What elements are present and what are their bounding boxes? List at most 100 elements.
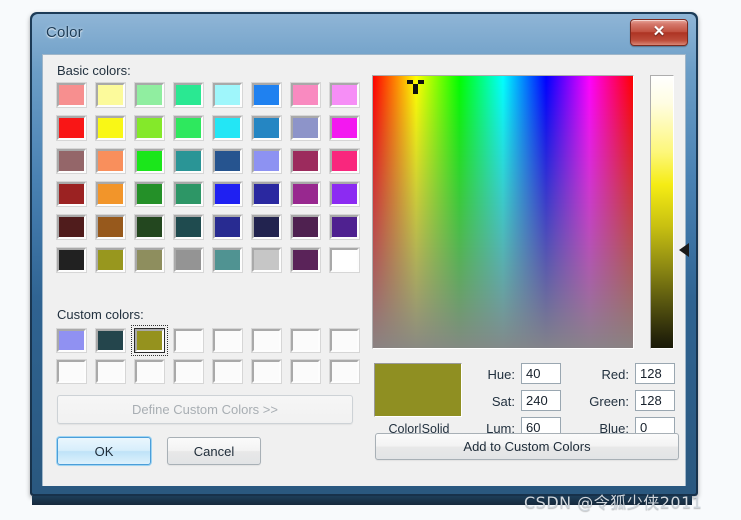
basic-color-swatch[interactable] bbox=[174, 149, 213, 182]
swatch-fill bbox=[252, 215, 281, 239]
basic-color-swatch[interactable] bbox=[252, 248, 291, 281]
red-input[interactable]: 128 bbox=[635, 363, 675, 384]
basic-color-swatch[interactable] bbox=[135, 248, 174, 281]
custom-color-swatch[interactable] bbox=[252, 329, 291, 360]
luminance-slider-arrow-icon[interactable] bbox=[679, 243, 689, 258]
sat-input[interactable]: 240 bbox=[521, 390, 561, 411]
custom-color-swatch[interactable] bbox=[291, 360, 330, 391]
basic-color-swatch[interactable] bbox=[57, 116, 96, 149]
basic-color-swatch[interactable] bbox=[174, 182, 213, 215]
basic-color-swatch[interactable] bbox=[252, 149, 291, 182]
custom-color-swatch[interactable] bbox=[252, 360, 291, 391]
swatch-fill bbox=[213, 83, 242, 107]
custom-color-swatch[interactable] bbox=[174, 360, 213, 391]
swatch-fill bbox=[174, 149, 203, 173]
basic-color-swatch[interactable] bbox=[330, 116, 369, 149]
swatch-fill bbox=[291, 182, 320, 206]
swatch-fill bbox=[135, 182, 164, 206]
basic-color-swatch[interactable] bbox=[96, 215, 135, 248]
basic-color-swatch[interactable] bbox=[174, 83, 213, 116]
swatch-fill bbox=[135, 116, 164, 140]
basic-color-swatch[interactable] bbox=[252, 116, 291, 149]
basic-color-swatch[interactable] bbox=[252, 215, 291, 248]
swatch-fill bbox=[57, 360, 86, 383]
basic-color-swatch[interactable] bbox=[96, 83, 135, 116]
basic-colors-grid[interactable] bbox=[57, 83, 369, 281]
basic-color-swatch[interactable] bbox=[330, 149, 369, 182]
basic-color-swatch[interactable] bbox=[135, 83, 174, 116]
custom-color-swatch[interactable] bbox=[174, 329, 213, 360]
basic-color-swatch[interactable] bbox=[96, 248, 135, 281]
luminance-slider-track[interactable] bbox=[650, 75, 674, 349]
swatch-fill bbox=[57, 329, 86, 352]
basic-color-swatch[interactable] bbox=[252, 182, 291, 215]
swatch-fill bbox=[291, 215, 320, 239]
ok-button[interactable]: OK bbox=[57, 437, 151, 465]
color-spectrum-picker[interactable] bbox=[372, 75, 634, 349]
basic-color-swatch[interactable] bbox=[291, 83, 330, 116]
custom-colors-grid[interactable] bbox=[57, 325, 369, 391]
custom-color-swatch[interactable] bbox=[96, 360, 135, 391]
color-preview-swatch[interactable] bbox=[374, 363, 462, 417]
custom-color-swatch[interactable] bbox=[96, 329, 135, 360]
green-input[interactable]: 128 bbox=[635, 390, 675, 411]
basic-color-swatch[interactable] bbox=[174, 116, 213, 149]
swatch-fill bbox=[213, 116, 242, 140]
swatch-fill bbox=[330, 329, 359, 352]
swatch-fill bbox=[96, 360, 125, 383]
add-to-custom-colors-button[interactable]: Add to Custom Colors bbox=[375, 433, 679, 460]
basic-color-swatch[interactable] bbox=[213, 116, 252, 149]
swatch-fill bbox=[96, 215, 125, 239]
basic-color-swatch[interactable] bbox=[252, 83, 291, 116]
custom-color-swatch[interactable] bbox=[135, 360, 174, 391]
basic-color-swatch[interactable] bbox=[174, 215, 213, 248]
basic-color-swatch[interactable] bbox=[291, 149, 330, 182]
custom-color-swatch[interactable] bbox=[131, 325, 174, 360]
basic-color-swatch[interactable] bbox=[330, 215, 369, 248]
basic-color-swatch[interactable] bbox=[213, 149, 252, 182]
custom-color-swatch[interactable] bbox=[57, 329, 96, 360]
cancel-button[interactable]: Cancel bbox=[167, 437, 261, 465]
basic-color-swatch[interactable] bbox=[213, 182, 252, 215]
basic-color-swatch[interactable] bbox=[213, 215, 252, 248]
custom-color-swatch[interactable] bbox=[57, 360, 96, 391]
custom-color-swatch[interactable] bbox=[330, 360, 369, 391]
swatch-fill bbox=[135, 248, 164, 272]
swatch-fill bbox=[213, 215, 242, 239]
swatch-fill bbox=[213, 360, 242, 383]
basic-color-swatch[interactable] bbox=[330, 248, 369, 281]
basic-color-swatch[interactable] bbox=[174, 248, 213, 281]
custom-color-swatch[interactable] bbox=[330, 329, 369, 360]
basic-color-swatch[interactable] bbox=[291, 116, 330, 149]
swatch-fill bbox=[174, 329, 203, 352]
basic-color-swatch[interactable] bbox=[96, 182, 135, 215]
basic-colors-label: Basic colors: bbox=[57, 63, 131, 78]
basic-color-swatch[interactable] bbox=[330, 83, 369, 116]
basic-color-swatch[interactable] bbox=[213, 248, 252, 281]
basic-color-swatch[interactable] bbox=[57, 215, 96, 248]
basic-color-swatch[interactable] bbox=[291, 248, 330, 281]
basic-color-swatch[interactable] bbox=[135, 182, 174, 215]
custom-color-swatch[interactable] bbox=[291, 329, 330, 360]
basic-color-swatch[interactable] bbox=[213, 83, 252, 116]
hue-input[interactable]: 40 bbox=[521, 363, 561, 384]
basic-color-swatch[interactable] bbox=[135, 215, 174, 248]
basic-color-swatch[interactable] bbox=[330, 182, 369, 215]
basic-color-swatch[interactable] bbox=[135, 116, 174, 149]
swatch-fill bbox=[135, 215, 164, 239]
basic-color-swatch[interactable] bbox=[291, 182, 330, 215]
custom-color-swatch[interactable] bbox=[213, 360, 252, 391]
custom-color-swatch[interactable] bbox=[213, 329, 252, 360]
swatch-fill bbox=[57, 116, 86, 140]
basic-color-swatch[interactable] bbox=[57, 248, 96, 281]
swatch-fill bbox=[96, 116, 125, 140]
swatch-fill bbox=[135, 149, 164, 173]
basic-color-swatch[interactable] bbox=[57, 182, 96, 215]
basic-color-swatch[interactable] bbox=[57, 149, 96, 182]
basic-color-swatch[interactable] bbox=[135, 149, 174, 182]
basic-color-swatch[interactable] bbox=[291, 215, 330, 248]
basic-color-swatch[interactable] bbox=[96, 116, 135, 149]
basic-color-swatch[interactable] bbox=[57, 83, 96, 116]
close-button[interactable]: ✕ bbox=[630, 19, 688, 46]
basic-color-swatch[interactable] bbox=[96, 149, 135, 182]
